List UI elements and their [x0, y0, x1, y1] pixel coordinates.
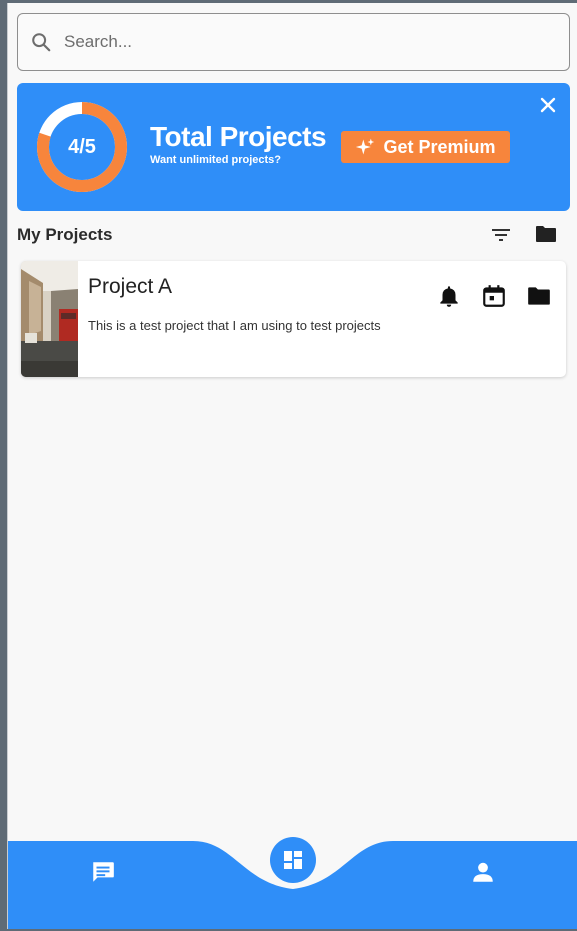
dashboard-button[interactable] [270, 837, 316, 883]
filter-icon[interactable] [489, 223, 513, 247]
get-premium-button[interactable]: Get Premium [341, 131, 510, 163]
progress-label: 4/5 [68, 135, 96, 158]
banner-subtitle: Want unlimited projects? [150, 154, 281, 166]
folder-icon[interactable] [526, 283, 552, 309]
project-card[interactable]: Project A This is a test project that I … [21, 261, 566, 377]
dashboard-icon [284, 851, 302, 869]
close-icon[interactable] [540, 97, 556, 113]
search-input[interactable] [64, 32, 524, 52]
bell-icon[interactable] [436, 283, 462, 309]
folder-icon[interactable] [534, 222, 558, 246]
project-description: This is a test project that I am using t… [88, 318, 381, 333]
search-bar[interactable] [17, 13, 570, 71]
banner-title: Total Projects [150, 121, 327, 152]
project-thumbnail [21, 261, 78, 377]
section-title: My Projects [17, 225, 113, 244]
get-premium-label: Get Premium [383, 136, 496, 157]
sparkle-icon [356, 138, 375, 155]
project-title: Project A [88, 275, 173, 298]
chat-icon[interactable] [90, 859, 116, 885]
search-icon [32, 33, 51, 52]
premium-banner: 4/5 Total Projects Want unlimited projec… [17, 83, 570, 211]
calendar-icon[interactable] [481, 283, 507, 309]
profile-icon[interactable] [470, 859, 496, 885]
app-screen: 4/5 Total Projects Want unlimited projec… [7, 3, 577, 929]
